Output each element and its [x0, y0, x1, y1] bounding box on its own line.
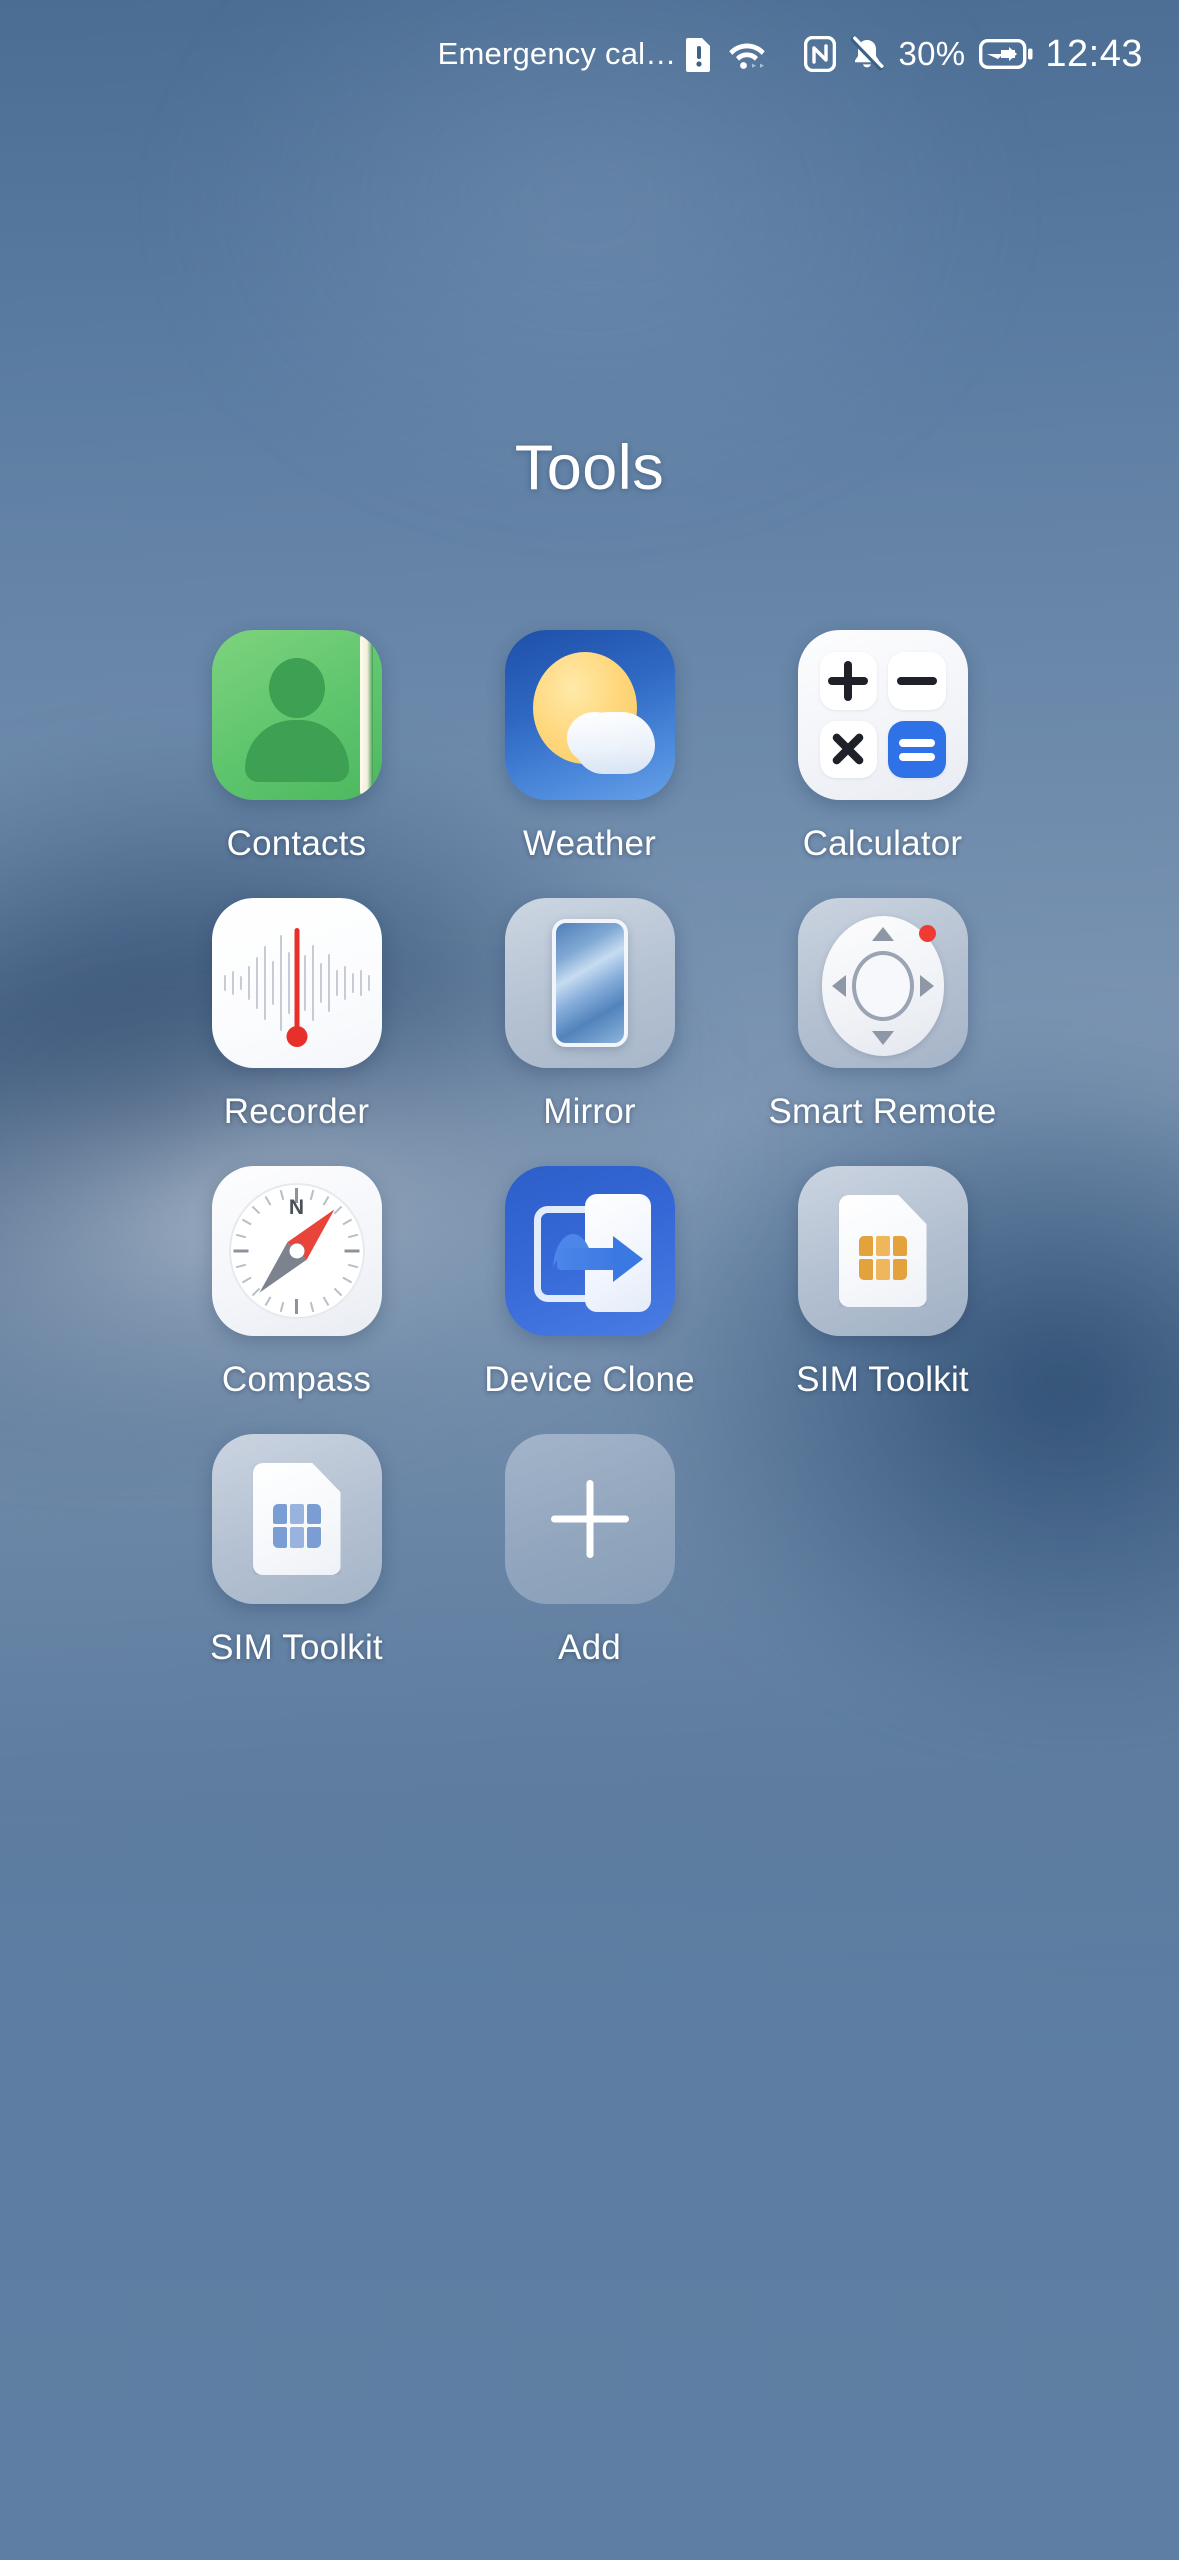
remote-arrow-up — [871, 927, 894, 942]
remote-led-indicator — [918, 925, 936, 942]
sim-toolkit-icon[interactable] — [797, 1166, 968, 1336]
clone-arrow-shaft — [556, 1248, 619, 1270]
app-item-weather[interactable]: Weather — [443, 630, 736, 864]
wallpaper-bottom-fade — [0, 1792, 1179, 2560]
app-label: Contacts — [226, 824, 367, 863]
weather-icon[interactable] — [504, 630, 675, 800]
remote-arrow-left — [831, 975, 846, 998]
contacts-spine — [359, 636, 373, 794]
app-label: Weather — [522, 824, 657, 863]
app-label: Calculator — [802, 824, 963, 863]
app-item-device-clone[interactable]: Device Clone — [443, 1166, 736, 1400]
app-item-sim-toolkit-1[interactable]: SIM Toolkit — [736, 1166, 1029, 1400]
app-item-mirror[interactable]: Mirror — [443, 898, 736, 1132]
app-label: SIM Toolkit — [796, 1360, 969, 1399]
wifi-icon — [728, 38, 766, 70]
app-label: Compass — [221, 1360, 372, 1399]
contacts-icon[interactable] — [211, 630, 382, 800]
app-label: Recorder — [223, 1092, 370, 1131]
plus-icon[interactable] — [504, 1434, 675, 1604]
remote-ok-ring — [851, 951, 914, 1022]
app-item-contacts[interactable]: Contacts — [150, 630, 443, 864]
app-item-sim-toolkit-2[interactable]: SIM Toolkit — [150, 1434, 443, 1668]
smart-remote-icon[interactable] — [797, 898, 968, 1068]
app-label: Device Clone — [484, 1360, 695, 1399]
app-item-recorder[interactable]: Recorder — [150, 898, 443, 1132]
mirror-phone-shape — [551, 919, 628, 1047]
remote-arrow-down — [871, 1031, 894, 1046]
app-item-add[interactable]: Add — [443, 1434, 736, 1668]
battery-percent-label: 30% — [898, 35, 966, 72]
app-item-calculator[interactable]: Calculator — [736, 630, 1029, 864]
recorder-playhead-line — [294, 928, 299, 1034]
app-label: Smart Remote — [768, 1092, 997, 1131]
remote-arrow-right — [919, 975, 934, 998]
clock-label: 12:43 — [1045, 32, 1143, 75]
calculator-key-minus — [888, 652, 946, 710]
weather-cloud-back — [566, 712, 623, 764]
app-label: SIM Toolkit — [210, 1628, 383, 1667]
sim-chip-contacts — [272, 1503, 321, 1548]
carrier-label: Emergency cal… — [437, 36, 677, 71]
recorder-icon[interactable] — [211, 898, 382, 1068]
status-bar: Emergency cal… 30% 12:43 — [0, 0, 1179, 108]
calculator-key-plus — [819, 652, 877, 710]
folder-title: Tools — [514, 433, 665, 503]
app-item-compass[interactable]: N Compass — [150, 1166, 443, 1400]
app-label: Add — [558, 1628, 621, 1667]
plus-vertical-bar — [586, 1480, 593, 1558]
calculator-key-grid — [819, 652, 946, 778]
calculator-icon[interactable] — [797, 630, 968, 800]
contacts-person-head — [268, 658, 325, 718]
sim-toolkit-icon[interactable] — [211, 1434, 382, 1604]
app-label: Mirror — [543, 1092, 636, 1131]
battery-charging-icon — [979, 39, 1033, 69]
compass-icon[interactable]: N — [211, 1166, 382, 1336]
clone-arrow-head — [612, 1236, 643, 1282]
bell-muted-icon — [850, 36, 884, 72]
device-clone-icon[interactable] — [504, 1166, 675, 1336]
sim-alert-icon — [684, 36, 714, 72]
mirror-icon[interactable] — [504, 898, 675, 1068]
compass-north-label: N — [288, 1196, 305, 1219]
calculator-key-multiply — [819, 720, 877, 778]
app-grid: Contacts Weather Calculator Recorder Mir… — [0, 630, 1179, 1668]
calculator-key-equals — [888, 720, 946, 778]
compass-hub — [289, 1243, 304, 1259]
contacts-person-body — [244, 720, 349, 782]
recorder-playhead-dot — [286, 1026, 307, 1047]
sim-chip-contacts — [858, 1235, 907, 1280]
compass-dial: N — [228, 1183, 365, 1319]
app-item-smart-remote[interactable]: Smart Remote — [736, 898, 1029, 1132]
nfc-icon — [804, 36, 837, 72]
